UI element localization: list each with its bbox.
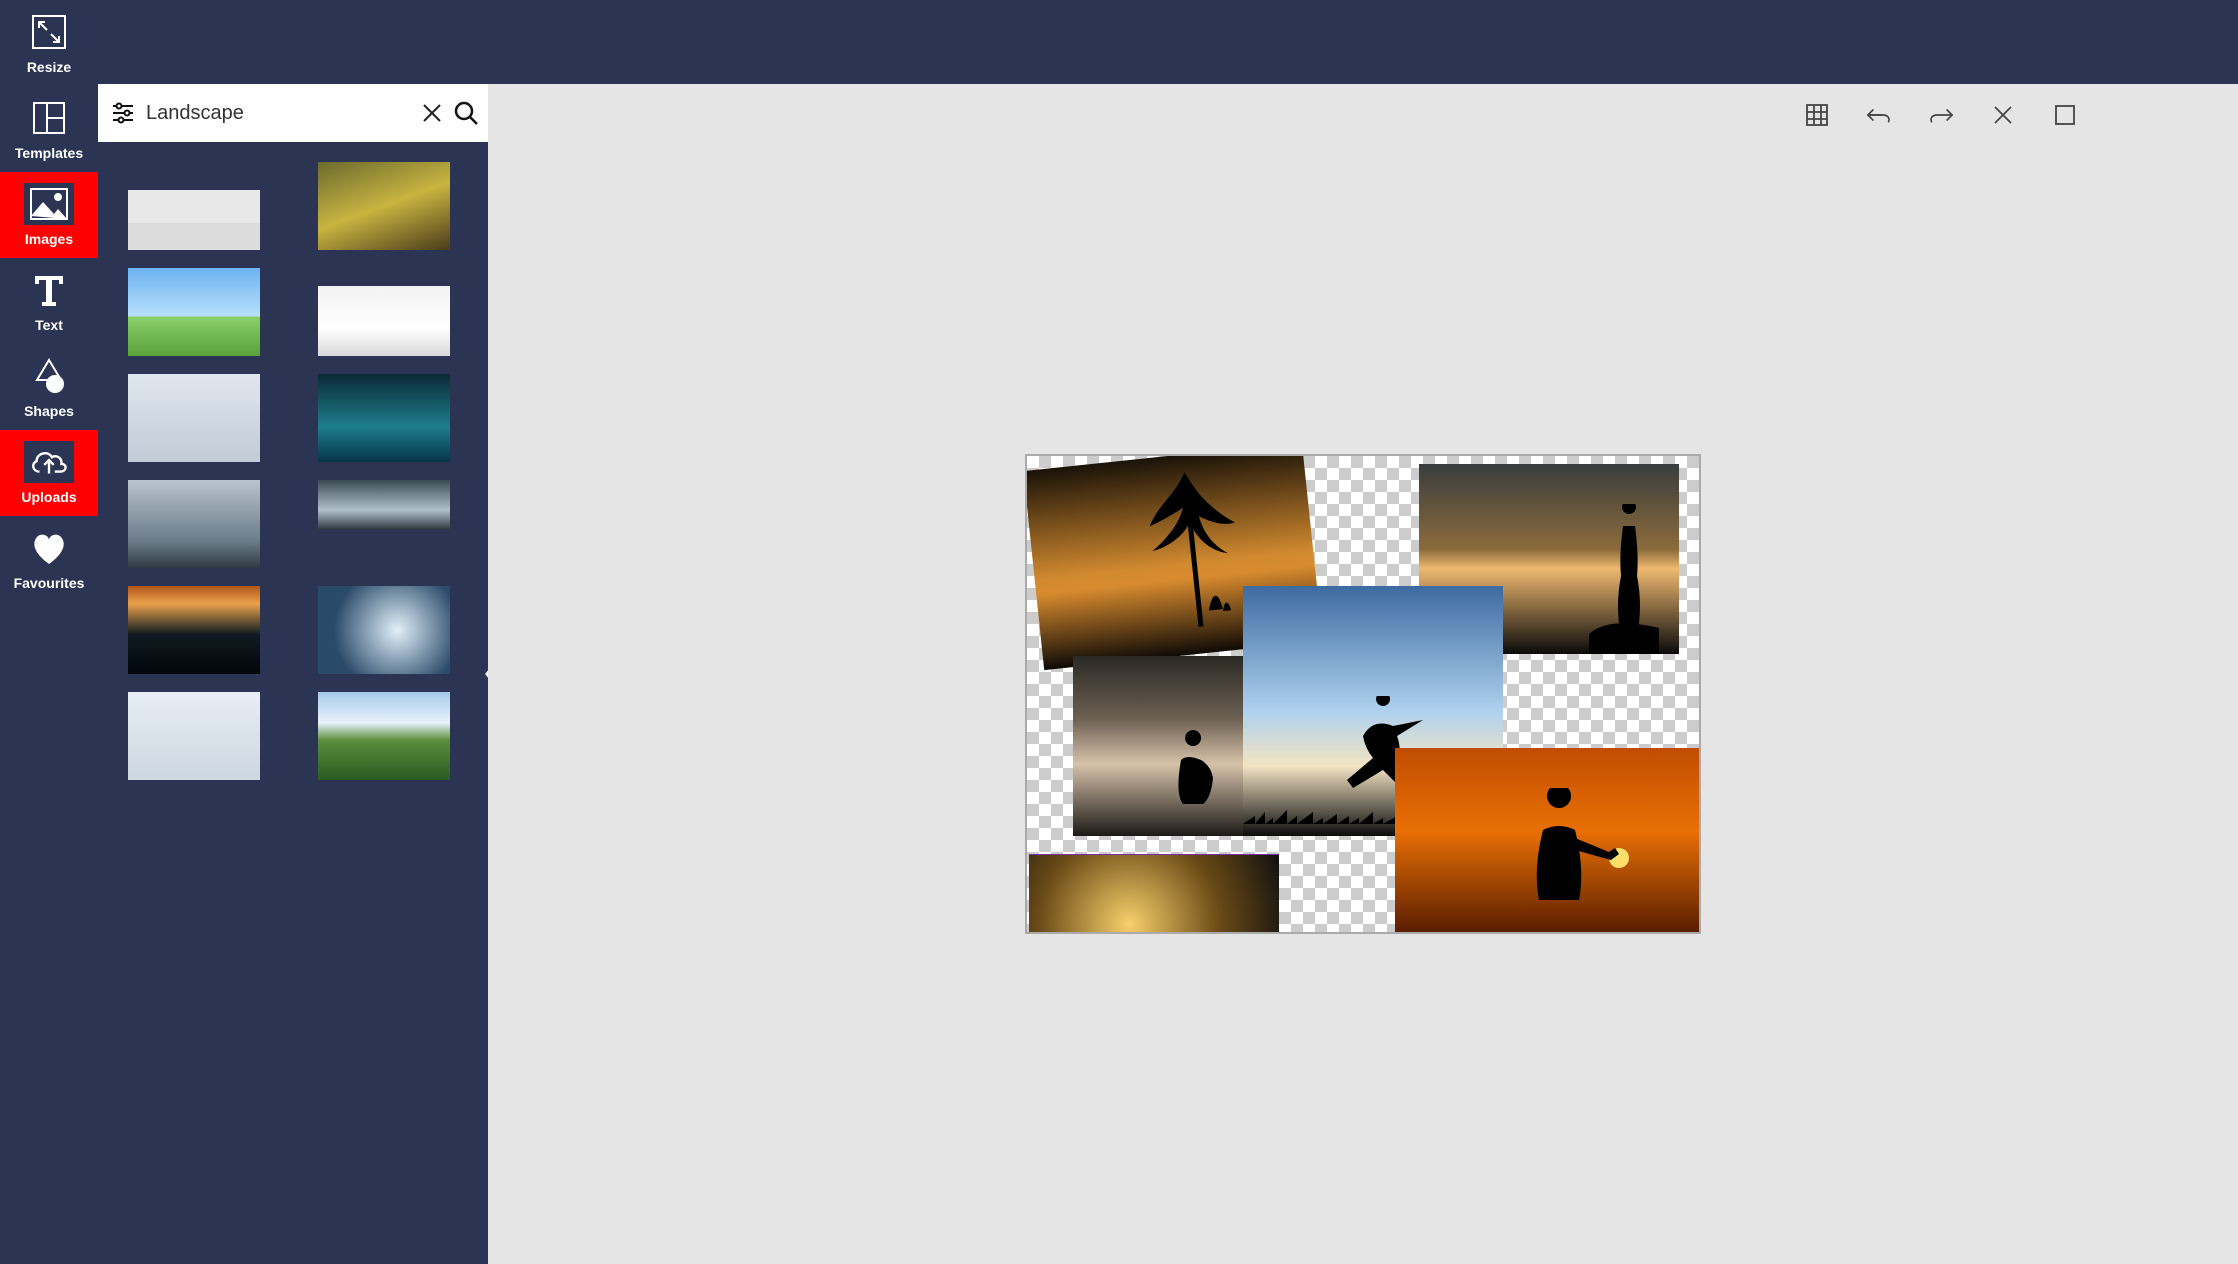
nav-item-shapes[interactable]: Shapes [0,344,98,430]
image-thumb[interactable] [128,190,260,250]
shapes-icon [24,355,74,397]
image-thumb[interactable] [318,480,450,530]
filter-icon[interactable] [110,99,136,127]
search-icon[interactable] [453,99,479,127]
image-thumbnail-grid [98,142,488,1264]
clear-search-icon[interactable] [421,99,443,127]
image-thumb[interactable] [128,586,260,674]
grid-toggle-icon[interactable] [1804,102,1830,128]
canvas-image[interactable] [1395,748,1699,932]
left-sidebar: Resize Templates Images [0,0,98,1264]
resize-icon [24,11,74,53]
images-icon [24,183,74,225]
image-library-panel [98,84,488,1264]
main-area: Resize Templates Images [0,84,2238,1264]
favourites-icon [24,527,74,569]
nav-label: Favourites [14,575,85,591]
nav-item-text[interactable]: Text [0,258,98,344]
canvas-toolbar [1804,102,2078,128]
nav-item-images[interactable]: Images [0,172,98,258]
nav-label: Resize [27,59,71,75]
search-input[interactable] [146,98,411,129]
uploads-icon [24,441,74,483]
text-icon [24,269,74,311]
image-thumb[interactable] [318,586,450,674]
nav-label: Text [35,317,63,333]
image-thumb[interactable] [318,162,450,250]
image-thumb[interactable] [318,374,450,462]
image-thumb[interactable] [318,286,450,356]
image-thumb[interactable] [318,692,450,780]
templates-icon [24,97,74,139]
nav-label: Shapes [24,403,74,419]
nav-label: Templates [15,145,83,161]
redo-icon[interactable] [1928,102,1954,128]
close-icon[interactable] [1990,102,2016,128]
canvas-frame[interactable] [1025,454,1701,934]
nav-item-favourites[interactable]: Favourites [0,516,98,602]
search-bar [98,84,488,142]
nav-item-uploads[interactable]: Uploads [0,430,98,516]
image-thumb[interactable] [128,480,260,568]
nav-item-templates[interactable]: Templates [0,86,98,172]
fullscreen-icon[interactable] [2052,102,2078,128]
image-thumb[interactable] [128,268,260,356]
canvas-image[interactable] [1029,854,1279,932]
nav-label: Images [25,231,73,247]
nav-item-resize[interactable]: Resize [0,0,98,86]
image-thumb[interactable] [128,374,260,462]
top-bar [0,0,2238,84]
nav-label: Uploads [21,489,76,505]
canvas-area [488,84,2238,1264]
image-thumb[interactable] [128,692,260,780]
undo-icon[interactable] [1866,102,1892,128]
